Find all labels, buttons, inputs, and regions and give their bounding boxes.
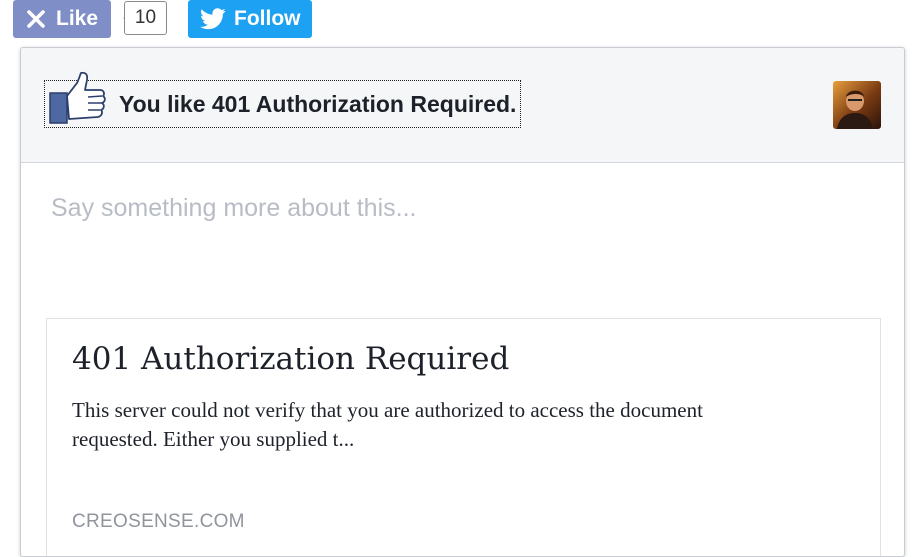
like-count-badge: 10: [124, 1, 167, 35]
you-like-text: You like 401 Authorization Required.: [119, 90, 517, 117]
link-preview-card[interactable]: 401 Authorization Required This server c…: [46, 318, 881, 556]
follow-button[interactable]: Follow: [188, 0, 312, 38]
like-button[interactable]: Like: [13, 0, 111, 38]
comment-input[interactable]: [51, 188, 871, 228]
popup-header: You like 401 Authorization Required.: [21, 48, 904, 163]
preview-title: 401 Authorization Required: [72, 341, 510, 377]
thumbs-up-icon: [47, 71, 107, 127]
like-button-label: Like: [56, 7, 99, 30]
preview-description: This server could not verify that you ar…: [72, 398, 703, 451]
like-share-popup: You like 401 Authorization Required. Say…: [20, 47, 905, 557]
close-icon: [25, 8, 47, 30]
twitter-bird-icon: [200, 8, 226, 30]
follow-button-label: Follow: [234, 7, 301, 30]
preview-domain: CREOSENSE.COM: [72, 511, 245, 532]
you-like-link[interactable]: You like 401 Authorization Required.: [44, 71, 522, 128]
like-count: 10: [134, 7, 157, 28]
social-buttons-bar: Like 10 Follow: [0, 0, 924, 44]
avatar[interactable]: [833, 81, 881, 129]
